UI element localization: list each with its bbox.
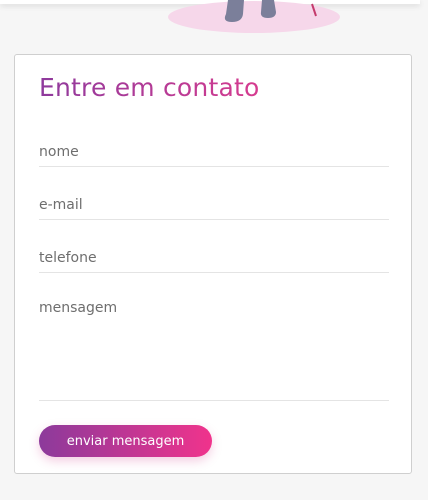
- phone-input[interactable]: [39, 250, 389, 266]
- email-input[interactable]: [39, 197, 389, 213]
- illustration-shadow: [168, 1, 340, 33]
- phone-field-wrapper: [39, 247, 389, 273]
- message-textarea[interactable]: [39, 300, 389, 390]
- person-illustration: [168, 0, 340, 33]
- contact-title: Entre em contato: [39, 73, 260, 102]
- illustration-foot-right: [260, 0, 276, 18]
- message-field-wrapper: [39, 300, 389, 401]
- name-input[interactable]: [39, 144, 389, 160]
- send-message-button[interactable]: enviar mensagem: [39, 425, 212, 457]
- illustration-foot-left: [224, 0, 244, 22]
- email-field-wrapper: [39, 194, 389, 220]
- contact-card: Entre em contato enviar mensagem: [14, 54, 412, 474]
- name-field-wrapper: [39, 141, 389, 167]
